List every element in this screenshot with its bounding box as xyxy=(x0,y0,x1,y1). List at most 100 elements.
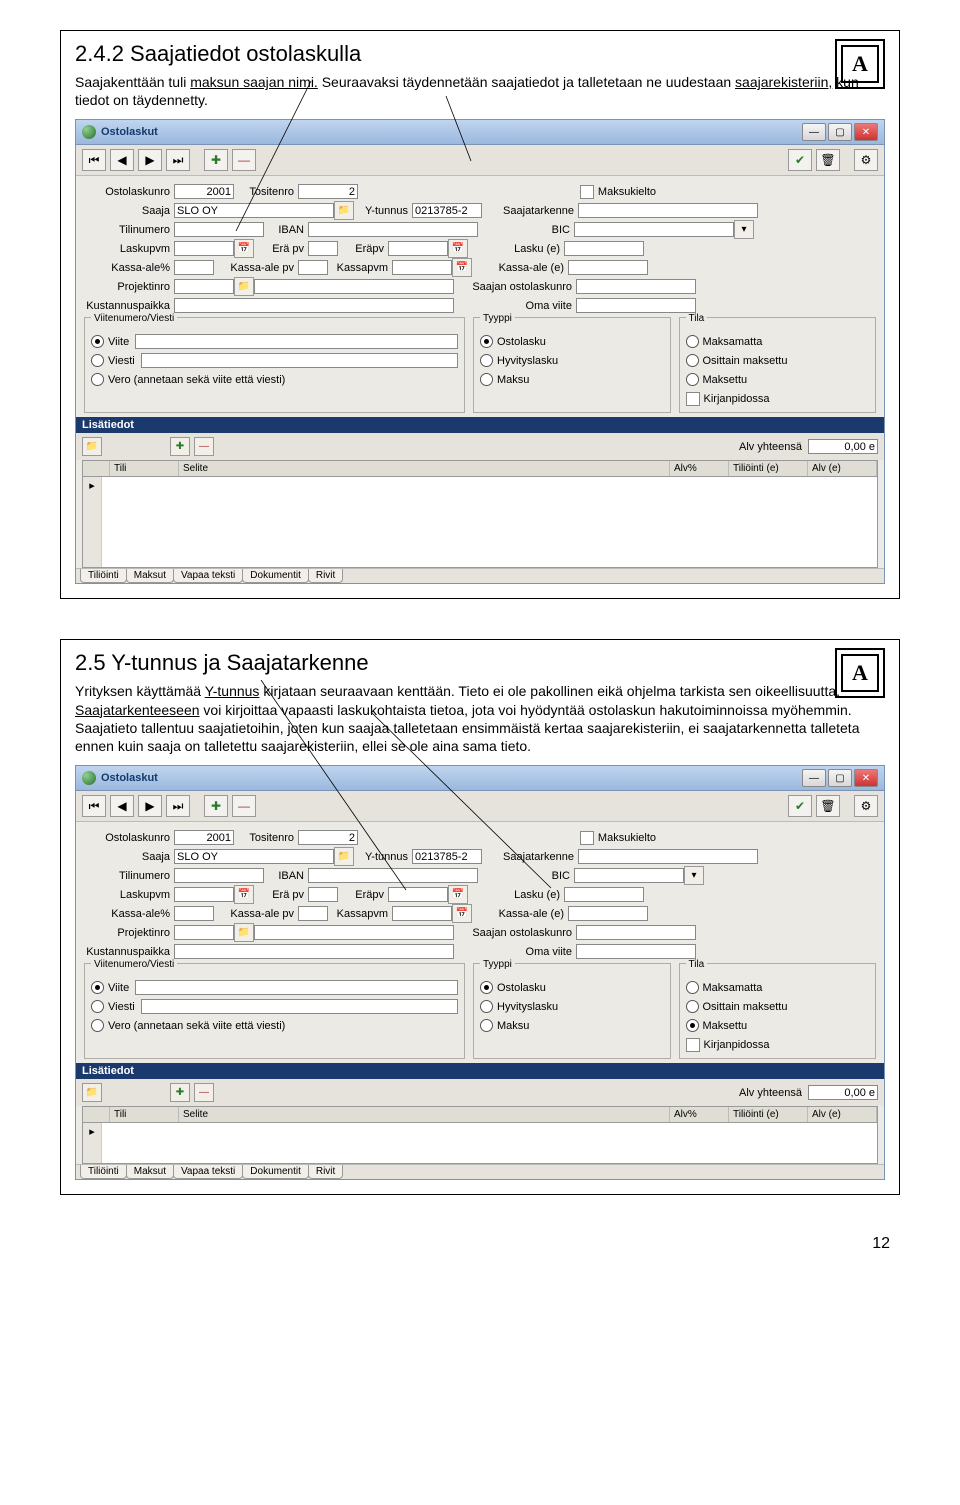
calendar-icon[interactable]: 📅 xyxy=(448,239,468,258)
tab-tiliointi[interactable]: Tiliöinti xyxy=(80,569,127,583)
input-viite[interactable] xyxy=(135,980,458,995)
minimize-button[interactable]: — xyxy=(802,769,826,787)
nav-first-button[interactable]: ⏮ xyxy=(82,795,106,817)
close-button[interactable]: ✕ xyxy=(854,769,878,787)
input-kassa-ale-e[interactable] xyxy=(568,906,648,921)
tab-vapaa-teksti[interactable]: Vapaa teksti xyxy=(173,569,243,583)
input-kassapvm[interactable] xyxy=(392,906,452,921)
input-tilinumero[interactable] xyxy=(174,222,264,237)
tab-dokumentit[interactable]: Dokumentit xyxy=(242,569,309,583)
input-tositenro[interactable]: 2 xyxy=(298,830,358,845)
nav-prev-button[interactable]: ◀ xyxy=(110,795,134,817)
calendar-icon[interactable]: 📅 xyxy=(452,258,472,277)
input-erapv[interactable] xyxy=(308,887,338,902)
add-button[interactable]: ✚ xyxy=(204,149,228,171)
radio-viite[interactable] xyxy=(91,981,104,994)
input-saajatarkenne[interactable] xyxy=(578,203,758,218)
lookup-projekti-button[interactable]: 📁 xyxy=(234,277,254,296)
input-lasku-e[interactable] xyxy=(564,241,644,256)
input-kustannuspaikka[interactable] xyxy=(174,944,454,959)
nav-last-button[interactable]: ⏭ xyxy=(166,795,190,817)
input-kassa-ale-e[interactable] xyxy=(568,260,648,275)
tab-dokumentit[interactable]: Dokumentit xyxy=(242,1165,309,1179)
input-ostolaskunro[interactable]: 2001 xyxy=(174,830,234,845)
input-iban[interactable] xyxy=(308,868,478,883)
radio-osittain[interactable] xyxy=(686,354,699,367)
tab-maksut[interactable]: Maksut xyxy=(126,1165,174,1179)
radio-maksettu[interactable] xyxy=(686,1019,699,1032)
bic-dropdown-button[interactable]: ▾ xyxy=(684,866,704,885)
radio-viesti[interactable] xyxy=(91,1000,104,1013)
lookup-saaja-button[interactable]: 📁 xyxy=(334,201,354,220)
delete-button[interactable]: 🗑 xyxy=(816,149,840,171)
radio-hyvityslasku[interactable] xyxy=(480,1000,493,1013)
accept-button[interactable]: ✔ xyxy=(788,795,812,817)
grid-add-button[interactable]: ✚ xyxy=(170,437,190,456)
radio-ostolasku[interactable] xyxy=(480,981,493,994)
lookup-projekti-button[interactable]: 📁 xyxy=(234,923,254,942)
action-button[interactable]: ⚙ xyxy=(854,795,878,817)
accept-button[interactable]: ✔ xyxy=(788,149,812,171)
checkbox-maksukielto[interactable] xyxy=(580,185,594,199)
lookup-saaja-button[interactable]: 📁 xyxy=(334,847,354,866)
input-saajatarkenne[interactable] xyxy=(578,849,758,864)
input-ytunnus[interactable]: 0213785-2 xyxy=(412,203,482,218)
maximize-button[interactable]: ▢ xyxy=(828,123,852,141)
add-button[interactable]: ✚ xyxy=(204,795,228,817)
input-tilinumero[interactable] xyxy=(174,868,264,883)
lookup-tili-button[interactable]: 📁 xyxy=(82,1083,102,1102)
input-ostolaskunro[interactable]: 2001 xyxy=(174,184,234,199)
tab-rivit[interactable]: Rivit xyxy=(308,1165,343,1179)
input-kustannuspaikka[interactable] xyxy=(174,298,454,313)
lookup-tili-button[interactable]: 📁 xyxy=(82,437,102,456)
calendar-icon[interactable]: 📅 xyxy=(448,885,468,904)
input-kassa-ale-pv[interactable] xyxy=(298,906,328,921)
input-erapv2[interactable] xyxy=(388,241,448,256)
checkbox-kirjanpidossa[interactable] xyxy=(686,1038,700,1052)
tab-maksut[interactable]: Maksut xyxy=(126,569,174,583)
maximize-button[interactable]: ▢ xyxy=(828,769,852,787)
grid-remove-button[interactable]: — xyxy=(194,1083,214,1102)
input-saajan-ostolaskunro[interactable] xyxy=(576,279,696,294)
minimize-button[interactable]: — xyxy=(802,123,826,141)
radio-hyvityslasku[interactable] xyxy=(480,354,493,367)
input-projekti-name[interactable] xyxy=(254,925,454,940)
input-ytunnus[interactable]: 0213785-2 xyxy=(412,849,482,864)
radio-maksettu[interactable] xyxy=(686,373,699,386)
remove-button[interactable]: — xyxy=(232,149,256,171)
input-erapv2[interactable] xyxy=(388,887,448,902)
checkbox-kirjanpidossa[interactable] xyxy=(686,392,700,406)
input-viite[interactable] xyxy=(135,334,458,349)
nav-last-button[interactable]: ⏭ xyxy=(166,149,190,171)
input-saajan-ostolaskunro[interactable] xyxy=(576,925,696,940)
input-projekti-name[interactable] xyxy=(254,279,454,294)
action-button[interactable]: ⚙ xyxy=(854,149,878,171)
nav-prev-button[interactable]: ◀ xyxy=(110,149,134,171)
radio-viesti[interactable] xyxy=(91,354,104,367)
radio-maksamatta[interactable] xyxy=(686,981,699,994)
nav-first-button[interactable]: ⏮ xyxy=(82,149,106,171)
input-laskupvm[interactable] xyxy=(174,241,234,256)
grid-body[interactable]: ▸ xyxy=(82,1123,878,1164)
input-oma-viite[interactable] xyxy=(576,944,696,959)
grid-add-button[interactable]: ✚ xyxy=(170,1083,190,1102)
input-kassa-ale-pct[interactable] xyxy=(174,260,214,275)
radio-vero[interactable] xyxy=(91,373,104,386)
radio-maksu[interactable] xyxy=(480,373,493,386)
delete-button[interactable]: 🗑 xyxy=(816,795,840,817)
radio-maksu[interactable] xyxy=(480,1019,493,1032)
input-iban[interactable] xyxy=(308,222,478,237)
calendar-icon[interactable]: 📅 xyxy=(234,885,254,904)
input-kassapvm[interactable] xyxy=(392,260,452,275)
input-bic[interactable] xyxy=(574,868,684,883)
grid-body[interactable]: ▸ xyxy=(82,477,878,568)
input-oma-viite[interactable] xyxy=(576,298,696,313)
radio-osittain[interactable] xyxy=(686,1000,699,1013)
input-lasku-e[interactable] xyxy=(564,887,644,902)
input-viesti[interactable] xyxy=(141,353,458,368)
input-saaja[interactable]: SLO OY xyxy=(174,849,334,864)
input-projektinro[interactable] xyxy=(174,925,234,940)
tab-rivit[interactable]: Rivit xyxy=(308,569,343,583)
bic-dropdown-button[interactable]: ▾ xyxy=(734,220,754,239)
checkbox-maksukielto[interactable] xyxy=(580,831,594,845)
